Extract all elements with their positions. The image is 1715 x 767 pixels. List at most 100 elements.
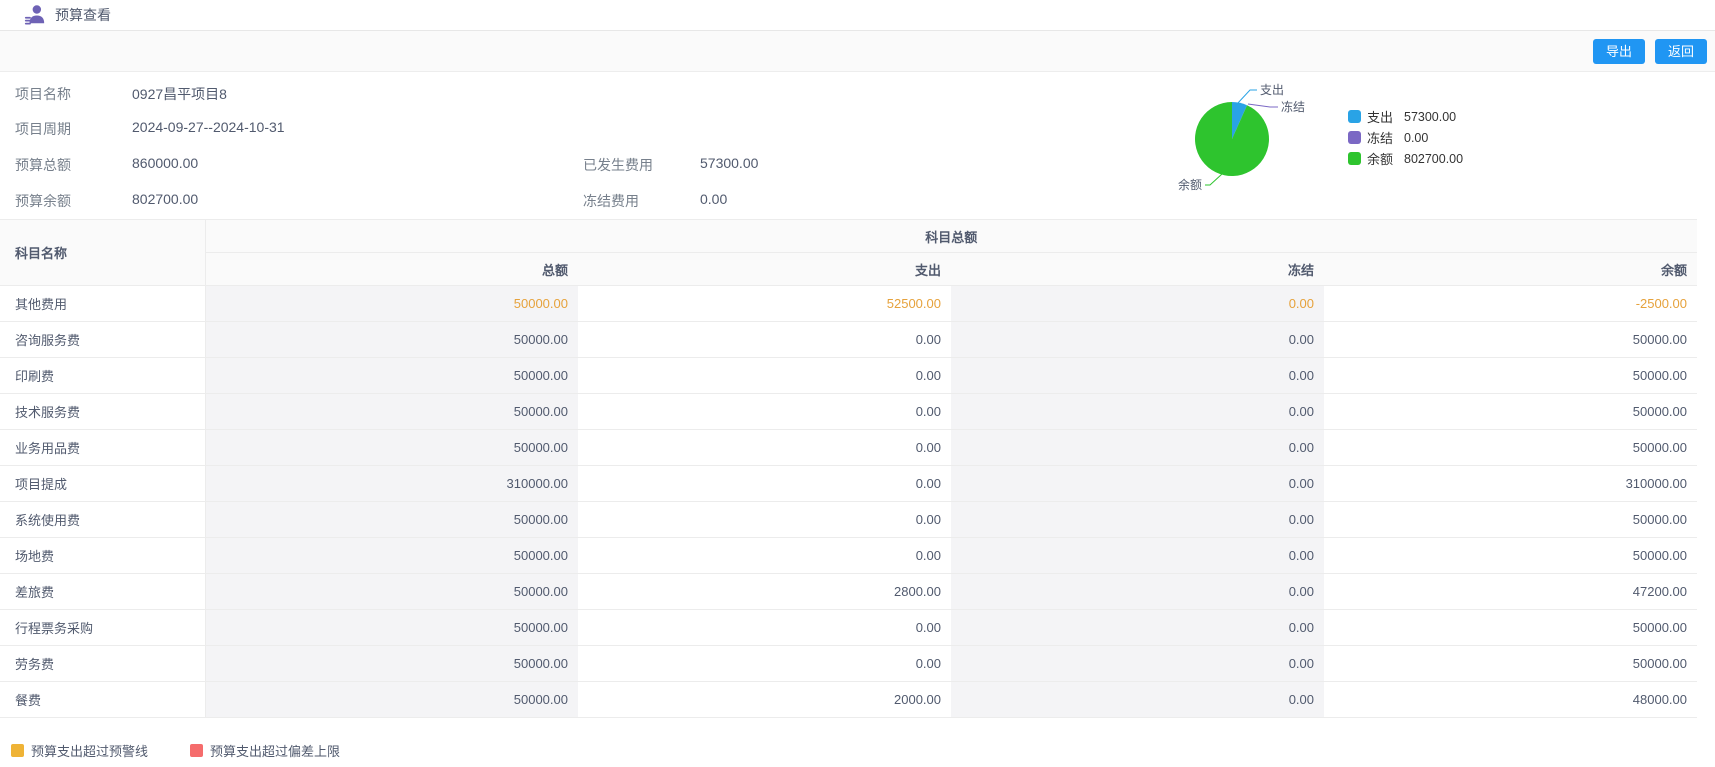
balance-cell: 50000.00 xyxy=(1324,502,1697,538)
pie-slice-balance xyxy=(1195,102,1269,176)
expense-cell: 52500.00 xyxy=(578,286,951,322)
expense-cell: 0.00 xyxy=(578,322,951,358)
table-row: 其他费用 50000.00 52500.00 0.00 -2500.00 xyxy=(0,286,1697,322)
subject-name-cell: 劳务费 xyxy=(0,646,205,682)
balance-cell: 50000.00 xyxy=(1324,430,1697,466)
table-row: 印刷费 50000.00 0.00 0.00 50000.00 xyxy=(0,358,1697,394)
total-cell: 50000.00 xyxy=(205,322,578,358)
total-cell: 50000.00 xyxy=(205,502,578,538)
incurred-expense-value: 57300.00 xyxy=(700,155,758,171)
footer-legend: 预算支出超过预警线 预算支出超过偏差上限 xyxy=(11,741,1715,760)
footer-legend-warning: 预算支出超过预警线 xyxy=(11,741,148,760)
back-button[interactable]: 返回 xyxy=(1655,39,1707,64)
expense-cell: 0.00 xyxy=(578,466,951,502)
expense-swatch xyxy=(1348,110,1361,123)
balance-leader-line xyxy=(1205,174,1222,185)
incurred-expense-label: 已发生费用 xyxy=(583,157,653,173)
budget-total-label: 预算总额 xyxy=(15,157,71,173)
toolbar: 导出 返回 xyxy=(0,31,1715,72)
balance-cell: 50000.00 xyxy=(1324,322,1697,358)
expense-cell: 0.00 xyxy=(578,502,951,538)
table-row: 业务用品费 50000.00 0.00 0.00 50000.00 xyxy=(0,430,1697,466)
budget-balance-label: 预算余额 xyxy=(15,193,71,209)
subject-name-cell: 印刷费 xyxy=(0,358,205,394)
total-cell: 50000.00 xyxy=(205,430,578,466)
subject-name-cell: 场地费 xyxy=(0,538,205,574)
column-header-frozen: 冻结 xyxy=(951,253,1324,286)
subject-name-cell: 差旅费 xyxy=(0,574,205,610)
total-cell: 50000.00 xyxy=(205,358,578,394)
expense-cell: 0.00 xyxy=(578,610,951,646)
frozen-cell: 0.00 xyxy=(951,322,1324,358)
frozen-cell: 0.00 xyxy=(951,574,1324,610)
table-row: 咨询服务费 50000.00 0.00 0.00 50000.00 xyxy=(0,322,1697,358)
frozen-cell: 0.00 xyxy=(951,502,1324,538)
total-cell: 50000.00 xyxy=(205,394,578,430)
subject-name-cell: 业务用品费 xyxy=(0,430,205,466)
frozen-leader-line xyxy=(1248,104,1278,107)
total-cell: 50000.00 xyxy=(205,286,578,322)
subject-name-cell: 技术服务费 xyxy=(0,394,205,430)
legend-item-frozen[interactable]: 冻结 0.00 xyxy=(1348,127,1463,148)
legend-item-balance[interactable]: 余额 802700.00 xyxy=(1348,148,1463,169)
pie-label-expense: 支出 xyxy=(1260,83,1284,97)
frozen-cell: 0.00 xyxy=(951,430,1324,466)
balance-cell: 310000.00 xyxy=(1324,466,1697,502)
balance-cell: -2500.00 xyxy=(1324,286,1697,322)
expense-cell: 2000.00 xyxy=(578,682,951,718)
project-name-value: 0927昌平项目8 xyxy=(132,84,227,104)
expense-cell: 0.00 xyxy=(578,646,951,682)
total-cell: 310000.00 xyxy=(205,466,578,502)
frozen-cell: 0.00 xyxy=(951,538,1324,574)
column-header-subject-name: 科目名称 xyxy=(0,220,205,286)
person-icon xyxy=(24,4,46,26)
table-row: 技术服务费 50000.00 0.00 0.00 50000.00 xyxy=(0,394,1697,430)
page-title: 预算查看 xyxy=(55,5,111,25)
pie-label-frozen: 冻结 xyxy=(1281,99,1305,114)
balance-swatch xyxy=(1348,152,1361,165)
table-row: 行程票务采购 50000.00 0.00 0.00 50000.00 xyxy=(0,610,1697,646)
budget-table: 科目名称 科目总额 总额 支出 冻结 余额 其他费用 50000.00 5250… xyxy=(0,219,1697,718)
project-period-value: 2024-09-27--2024-10-31 xyxy=(132,119,285,135)
balance-cell: 50000.00 xyxy=(1324,358,1697,394)
total-cell: 50000.00 xyxy=(205,682,578,718)
expense-leader-line xyxy=(1237,90,1257,104)
pie-legend: 支出 57300.00 冻结 0.00 余额 802700.00 xyxy=(1348,106,1463,169)
table-row: 系统使用费 50000.00 0.00 0.00 50000.00 xyxy=(0,502,1697,538)
export-button[interactable]: 导出 xyxy=(1593,39,1645,64)
column-header-total: 总额 xyxy=(205,253,578,286)
footer-legend-danger: 预算支出超过偏差上限 xyxy=(190,741,340,760)
legend-item-expense[interactable]: 支出 57300.00 xyxy=(1348,106,1463,127)
project-info-section: 项目名称0927昌平项目8 项目周期2024-09-27--2024-10-31… xyxy=(0,72,1715,219)
warning-swatch xyxy=(11,744,24,757)
column-header-balance: 余额 xyxy=(1324,253,1697,286)
budget-pie-chart: 支出 冻结 余额 支出 57300.00 冻结 0.00 余额 802700.0… xyxy=(1060,72,1715,219)
table-row: 差旅费 50000.00 2800.00 0.00 47200.00 xyxy=(0,574,1697,610)
balance-cell: 50000.00 xyxy=(1324,646,1697,682)
total-cell: 50000.00 xyxy=(205,538,578,574)
subject-name-cell: 咨询服务费 xyxy=(0,322,205,358)
balance-cell: 48000.00 xyxy=(1324,682,1697,718)
frozen-cell: 0.00 xyxy=(951,682,1324,718)
expense-cell: 0.00 xyxy=(578,358,951,394)
table-row: 劳务费 50000.00 0.00 0.00 50000.00 xyxy=(0,646,1697,682)
table-row: 场地费 50000.00 0.00 0.00 50000.00 xyxy=(0,538,1697,574)
frozen-cell: 0.00 xyxy=(951,358,1324,394)
frozen-expense-label: 冻结费用 xyxy=(583,193,639,209)
table-row: 项目提成 310000.00 0.00 0.00 310000.00 xyxy=(0,466,1697,502)
expense-cell: 0.00 xyxy=(578,430,951,466)
frozen-cell: 0.00 xyxy=(951,286,1324,322)
balance-cell: 50000.00 xyxy=(1324,394,1697,430)
page-header: 预算查看 xyxy=(0,0,1715,31)
expense-cell: 0.00 xyxy=(578,538,951,574)
balance-cell: 50000.00 xyxy=(1324,610,1697,646)
pie-label-balance: 余额 xyxy=(1178,177,1202,192)
budget-total-value: 860000.00 xyxy=(132,155,198,171)
balance-cell: 47200.00 xyxy=(1324,574,1697,610)
column-header-subject-total-group: 科目总额 xyxy=(205,220,1697,253)
project-period-label: 项目周期 xyxy=(15,121,71,137)
expense-cell: 2800.00 xyxy=(578,574,951,610)
budget-table-body: 其他费用 50000.00 52500.00 0.00 -2500.00 咨询服… xyxy=(0,286,1697,718)
column-header-expense: 支出 xyxy=(578,253,951,286)
total-cell: 50000.00 xyxy=(205,610,578,646)
